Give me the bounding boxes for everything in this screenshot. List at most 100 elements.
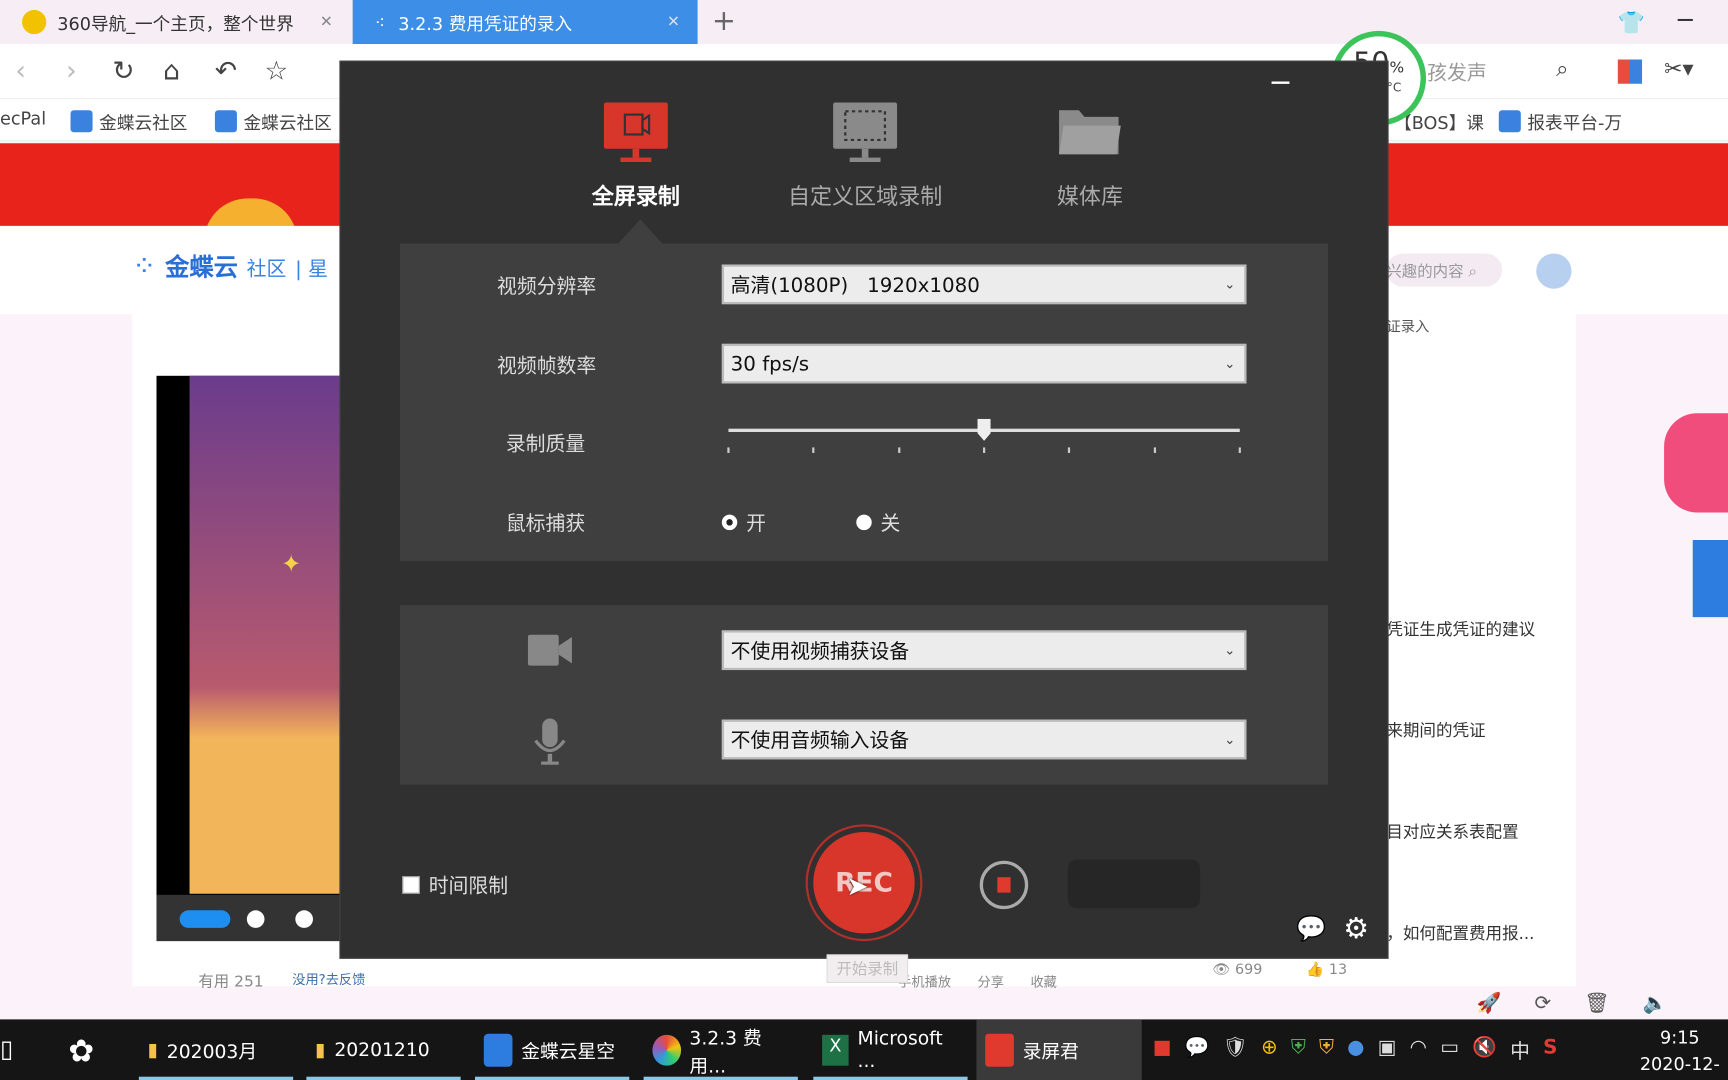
home-icon[interactable]: ⌂ bbox=[163, 55, 180, 86]
mode-media-library-tab[interactable]: 媒体库 bbox=[1057, 101, 1123, 210]
camera-select[interactable]: 不使用视频捕获设备 ⌄ bbox=[721, 630, 1247, 671]
back-icon[interactable]: ‹ bbox=[15, 55, 26, 86]
feedback-link[interactable]: 没用?去反馈 bbox=[292, 970, 365, 992]
camera-value: 不使用视频捕获设备 bbox=[730, 640, 910, 664]
security-icon[interactable]: ⛨ bbox=[1291, 1036, 1306, 1065]
feedback-icon[interactable]: 💬 bbox=[1296, 916, 1326, 944]
excel-icon: X bbox=[822, 1034, 849, 1066]
gear-icon[interactable]: ⚙ bbox=[1343, 912, 1369, 945]
framerate-select[interactable]: 30 fps/s ⌄ bbox=[721, 343, 1247, 384]
bookmark[interactable]: 报表平台-万 bbox=[1498, 108, 1622, 134]
taskbar-item-folder[interactable]: ▮ 20201210 bbox=[306, 1019, 461, 1080]
bookmark[interactable]: 金蝶云社区 bbox=[214, 108, 332, 134]
taskbar-item-recorder[interactable]: 录屏君 bbox=[976, 1019, 1142, 1080]
share-button[interactable]: 分享 bbox=[978, 972, 1004, 991]
resolution-select[interactable]: 高清(1080P) 1920x1080 ⌄ bbox=[721, 264, 1247, 305]
network-drive-icon[interactable]: ▣ bbox=[1378, 1036, 1397, 1065]
undo-icon[interactable]: ↶ bbox=[215, 55, 237, 86]
recorder-tray-icon[interactable]: ■ bbox=[1153, 1036, 1172, 1065]
site-search-input[interactable]: 兴趣的内容 ⌕ bbox=[1386, 253, 1503, 287]
360-tray-icon[interactable]: ⊕ bbox=[1261, 1036, 1278, 1065]
chevron-down-icon: ⌄ bbox=[1224, 355, 1236, 372]
wifi-icon[interactable]: ◠ bbox=[1410, 1036, 1427, 1065]
camera-icon bbox=[527, 633, 572, 673]
stop-icon bbox=[997, 877, 1011, 893]
logo-sep: | 星 bbox=[295, 257, 328, 282]
site-logo[interactable]: ⁘ 金蝶云 社区 | 星 bbox=[132, 248, 328, 283]
tab-voucher[interactable]: ⁖ 3.2.3 费用凭证的录入 ✕ bbox=[352, 0, 698, 45]
qq-icon[interactable]: ● bbox=[1347, 1036, 1364, 1065]
taskbar-item-folder[interactable]: ▮ 202003月 bbox=[138, 1019, 294, 1080]
useful-button[interactable]: 有用 251 bbox=[198, 970, 263, 992]
clock-date: 2020-12- bbox=[1639, 1053, 1720, 1075]
audio-select[interactable]: 不使用音频输入设备 ⌄ bbox=[721, 719, 1247, 760]
side-link[interactable]: 凭证生成凭证的建议 bbox=[1386, 617, 1535, 640]
side-link[interactable]: ，如何配置费用报... bbox=[1386, 921, 1534, 944]
mouse-off-radio[interactable]: 关 bbox=[856, 508, 900, 537]
promo-badge[interactable] bbox=[1664, 413, 1728, 513]
minimize-browser-button[interactable]: − bbox=[1675, 7, 1695, 35]
slider-tick bbox=[1153, 447, 1156, 453]
ime-indicator[interactable]: 中 bbox=[1510, 1036, 1530, 1065]
wechat-icon[interactable]: 💬 bbox=[1185, 1036, 1210, 1065]
bookmark-label: 报表平台-万 bbox=[1527, 112, 1622, 134]
radio-label: 开 bbox=[746, 512, 766, 536]
battery-icon[interactable]: ▭ bbox=[1440, 1036, 1459, 1065]
forward-icon[interactable]: › bbox=[66, 55, 77, 86]
taskbar-item-kingdee[interactable]: 金蝶云星空 bbox=[474, 1019, 630, 1080]
volume-icon[interactable]: 🔈 bbox=[1642, 992, 1667, 1015]
kingdee-icon: ⁖ bbox=[374, 11, 386, 33]
mode-region-tab[interactable]: 自定义区域录制 bbox=[788, 101, 942, 210]
shield-icon[interactable]: 🛡 bbox=[1223, 1036, 1248, 1065]
star-icon[interactable]: ☆ bbox=[264, 55, 288, 86]
stop-button[interactable] bbox=[979, 860, 1029, 910]
recorder-app-icon bbox=[985, 1033, 1014, 1067]
search-placeholder: 兴趣的内容 bbox=[1386, 263, 1464, 282]
tab-label: 3.2.3 费用凭证的录入 bbox=[398, 13, 573, 35]
bookmark[interactable]: ecPal bbox=[0, 108, 46, 129]
guard-icon[interactable]: ⛨ bbox=[1319, 1036, 1334, 1065]
taskbar-item-browser[interactable]: 3.2.3 费用... bbox=[643, 1019, 798, 1080]
menu-icon[interactable] bbox=[246, 910, 265, 928]
mode-fullscreen-tab[interactable]: 全屏录制 bbox=[592, 101, 680, 210]
side-link[interactable]: 证录入 bbox=[1386, 315, 1429, 337]
trash-icon[interactable]: 🗑 bbox=[1584, 992, 1609, 1015]
clock[interactable]: 9:15 2020-12- bbox=[1640, 1025, 1720, 1078]
taskbar-label: 金蝶云星空 bbox=[521, 1041, 615, 1064]
mode-label: 自定义区域录制 bbox=[787, 182, 943, 210]
slider-tick bbox=[1238, 447, 1241, 453]
quality-label: 录制质量 bbox=[505, 433, 586, 457]
minimize-button[interactable]: − bbox=[1268, 66, 1292, 99]
new-tab-button[interactable]: + bbox=[712, 4, 736, 37]
search-hint[interactable]: 孩发声 bbox=[1427, 57, 1487, 86]
close-tab-icon[interactable]: ✕ bbox=[667, 13, 680, 31]
scissors-icon[interactable]: ✂▾ bbox=[1664, 55, 1694, 81]
search-icon[interactable]: ⌕ bbox=[1556, 55, 1568, 81]
mouse-on-radio[interactable]: 开 bbox=[721, 508, 766, 537]
bookmark[interactable]: 金蝶云社区 bbox=[70, 108, 187, 134]
kingdee-icon bbox=[214, 110, 237, 133]
audio-value: 不使用音频输入设备 bbox=[730, 729, 910, 753]
pinned-app-icon[interactable]: ✿ bbox=[68, 1033, 94, 1069]
tab-360[interactable]: 360导航_一个主页，整个世界 ✕ bbox=[0, 0, 350, 44]
favorite-button[interactable]: 收藏 bbox=[1030, 972, 1056, 991]
apps-icon[interactable] bbox=[1617, 59, 1643, 84]
close-tab-icon[interactable]: ✕ bbox=[320, 13, 333, 31]
shirt-icon[interactable]: 👕 bbox=[1618, 9, 1645, 35]
resolution-value: 高清(1080P) 1920x1080 bbox=[730, 274, 980, 298]
side-link[interactable]: 来期间的凭证 bbox=[1386, 719, 1485, 742]
accelerate-icon[interactable]: ⟳ bbox=[1535, 992, 1552, 1015]
time-limit-checkbox[interactable]: 时间限制 bbox=[402, 871, 508, 900]
reload-icon[interactable]: ↻ bbox=[112, 55, 134, 86]
side-link[interactable]: 目对应关系表配置 bbox=[1386, 820, 1518, 843]
taskbar-item-excel[interactable]: X Microsoft ... bbox=[813, 1019, 968, 1080]
sogou-icon[interactable]: S bbox=[1543, 1036, 1557, 1065]
task-view-icon[interactable]: ▯ bbox=[0, 1036, 13, 1064]
toggle-icon[interactable] bbox=[179, 910, 231, 928]
folder-icon: ▮ bbox=[147, 1038, 158, 1061]
avatar[interactable] bbox=[1536, 253, 1572, 289]
sign-in-sidebar-button[interactable] bbox=[1692, 539, 1728, 618]
rocket-icon[interactable]: 🚀 bbox=[1477, 992, 1502, 1015]
mute-icon[interactable]: 🔇 bbox=[1472, 1036, 1497, 1065]
dot-icon[interactable] bbox=[295, 910, 313, 928]
